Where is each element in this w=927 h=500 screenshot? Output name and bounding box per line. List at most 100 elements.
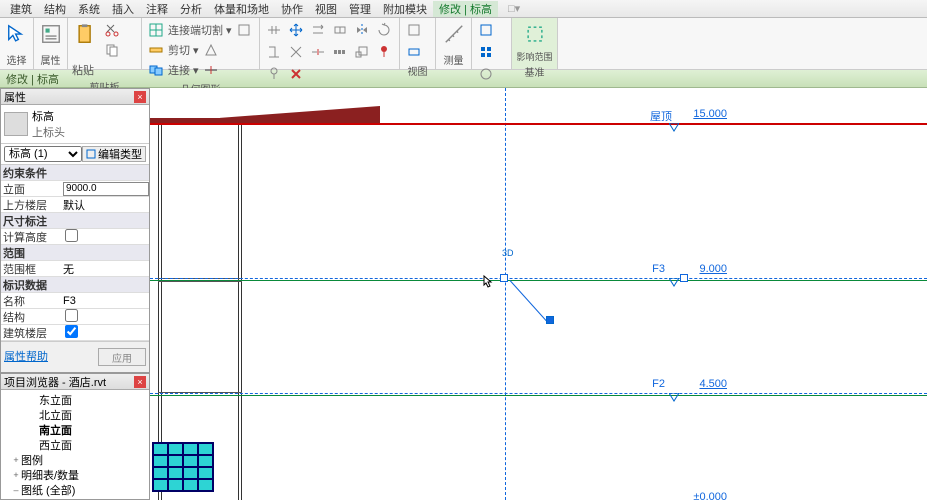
prop-value[interactable]: 默认 <box>61 197 149 213</box>
elevation-input[interactable] <box>63 182 149 196</box>
tree-item[interactable]: 南立面 <box>1 422 149 437</box>
building-story-checkbox[interactable] <box>65 325 78 338</box>
level-name[interactable]: F2 <box>652 378 665 390</box>
grip-handle[interactable] <box>680 274 688 282</box>
measure-icon[interactable] <box>440 20 467 48</box>
tree-item[interactable]: +明细表/数量 <box>1 467 149 482</box>
menu-item[interactable]: 附加模块 <box>377 1 433 17</box>
3d-label[interactable]: 3D <box>502 248 514 258</box>
menu-item[interactable]: 建筑 <box>4 1 38 17</box>
menu-item[interactable]: 插入 <box>106 1 140 17</box>
menu-item[interactable]: 体量和场地 <box>208 1 275 17</box>
rotate-icon[interactable] <box>374 20 394 40</box>
properties-icon[interactable] <box>38 20 63 48</box>
prop-value[interactable]: F3 <box>61 295 149 307</box>
menu-extra-icon[interactable]: □▾ <box>502 2 526 15</box>
level-value[interactable]: 9.000 <box>699 263 727 275</box>
join-label[interactable]: 连接 ▾ <box>168 62 199 78</box>
structural-checkbox[interactable] <box>65 309 78 322</box>
menu-item[interactable]: 管理 <box>343 1 377 17</box>
split-icon[interactable] <box>201 60 221 80</box>
create3-icon[interactable] <box>476 64 496 84</box>
tree-item[interactable]: 西立面 <box>1 437 149 452</box>
view-icon[interactable] <box>404 42 424 62</box>
trim-icon[interactable] <box>264 42 284 62</box>
level-line-roof[interactable] <box>150 123 927 125</box>
ribbon-group-measure: 测量 <box>436 18 472 69</box>
level-value[interactable]: ±0.000 <box>693 491 727 500</box>
split2-icon[interactable] <box>308 42 328 62</box>
apply-button[interactable]: 应用 <box>98 348 146 366</box>
calc-height-checkbox[interactable] <box>65 229 78 242</box>
unpin-icon[interactable] <box>264 64 284 84</box>
edit-type-button[interactable]: 编辑类型 <box>82 146 146 162</box>
level-line-f3-aux <box>150 280 927 281</box>
level-line-f2[interactable] <box>150 393 927 394</box>
menu-item[interactable]: 视图 <box>309 1 343 17</box>
align-icon[interactable] <box>264 20 284 40</box>
scope-box-icon[interactable] <box>521 20 549 48</box>
paste-icon[interactable] <box>72 20 100 48</box>
copy2-icon[interactable] <box>330 20 350 40</box>
mirror-icon[interactable] <box>352 20 372 40</box>
expander-icon[interactable]: + <box>11 470 21 480</box>
menu-item[interactable]: 分析 <box>174 1 208 17</box>
level-value[interactable]: 15.000 <box>693 108 727 120</box>
cut-icon[interactable] <box>102 20 122 40</box>
prop-value[interactable]: 无 <box>61 261 149 277</box>
delete-icon[interactable] <box>286 64 306 84</box>
drag-grip-icon[interactable] <box>546 316 554 324</box>
menu-item[interactable]: 结构 <box>38 1 72 17</box>
menu-item[interactable]: 协作 <box>275 1 309 17</box>
level-value[interactable]: 4.500 <box>699 378 727 390</box>
array-icon[interactable] <box>330 42 350 62</box>
prop-label: 结构 <box>1 309 61 325</box>
level-marker-icon[interactable] <box>669 278 679 288</box>
properties-help-link[interactable]: 属性帮助 <box>4 348 48 366</box>
type-name: 标高 <box>32 108 65 124</box>
tree-item[interactable]: 北立面 <box>1 407 149 422</box>
menu-item[interactable]: 注释 <box>140 1 174 17</box>
properties-title-bar[interactable]: 属性 × <box>1 89 149 105</box>
browser-title-bar[interactable]: 项目浏览器 - 酒店.rvt × <box>1 374 149 390</box>
copy-icon[interactable] <box>102 40 122 60</box>
blank-icon[interactable] <box>234 20 254 40</box>
demolish-icon[interactable] <box>201 40 221 60</box>
tree-item-label: 001 - 总平面图 <box>39 497 111 500</box>
level-marker-icon[interactable] <box>669 123 679 133</box>
cut2-icon[interactable] <box>146 40 166 60</box>
instance-selector[interactable]: 标高 (1) <box>4 146 82 162</box>
scale-icon[interactable] <box>352 42 372 62</box>
context-bar: 修改 | 标高 <box>0 70 927 88</box>
trim2-icon[interactable] <box>286 42 306 62</box>
pin-icon[interactable] <box>374 42 394 62</box>
cope-icon[interactable] <box>146 20 166 40</box>
menu-item[interactable]: 系统 <box>72 1 106 17</box>
modify-cursor-icon[interactable] <box>4 20 29 48</box>
move-icon[interactable] <box>286 20 306 40</box>
offset-icon[interactable] <box>308 20 328 40</box>
tree-item[interactable]: 东立面 <box>1 392 149 407</box>
create1-icon[interactable] <box>476 20 496 40</box>
grip-handle[interactable] <box>500 274 508 282</box>
menu-item-active[interactable]: 修改 | 标高 <box>433 1 498 17</box>
level-name[interactable]: F3 <box>652 263 665 275</box>
drawing-canvas[interactable]: 屋顶 15.000 F3 9.000 3D F2 4.500 ±0.000 <box>150 88 927 500</box>
tree-item[interactable]: +图例 <box>1 452 149 467</box>
cope-label[interactable]: 连接端切割 ▾ <box>168 22 232 38</box>
close-icon[interactable]: × <box>134 376 146 388</box>
level-line-f3[interactable] <box>150 278 927 279</box>
close-icon[interactable]: × <box>134 91 146 103</box>
level-marker-icon[interactable] <box>669 393 679 403</box>
cut-label[interactable]: 剪切 ▾ <box>168 42 199 58</box>
ribbon-group-properties: 属性 <box>34 18 68 69</box>
expander-icon[interactable]: – <box>11 485 21 495</box>
level-name[interactable]: 屋顶 <box>650 108 672 124</box>
properties-title: 属性 <box>4 89 26 105</box>
tree-item[interactable]: –图纸 (全部) <box>1 482 149 497</box>
hide-icon[interactable] <box>404 20 424 40</box>
join-icon[interactable] <box>146 60 166 80</box>
create2-icon[interactable] <box>476 42 496 62</box>
section-line[interactable] <box>505 88 506 500</box>
expander-icon[interactable]: + <box>11 455 21 465</box>
